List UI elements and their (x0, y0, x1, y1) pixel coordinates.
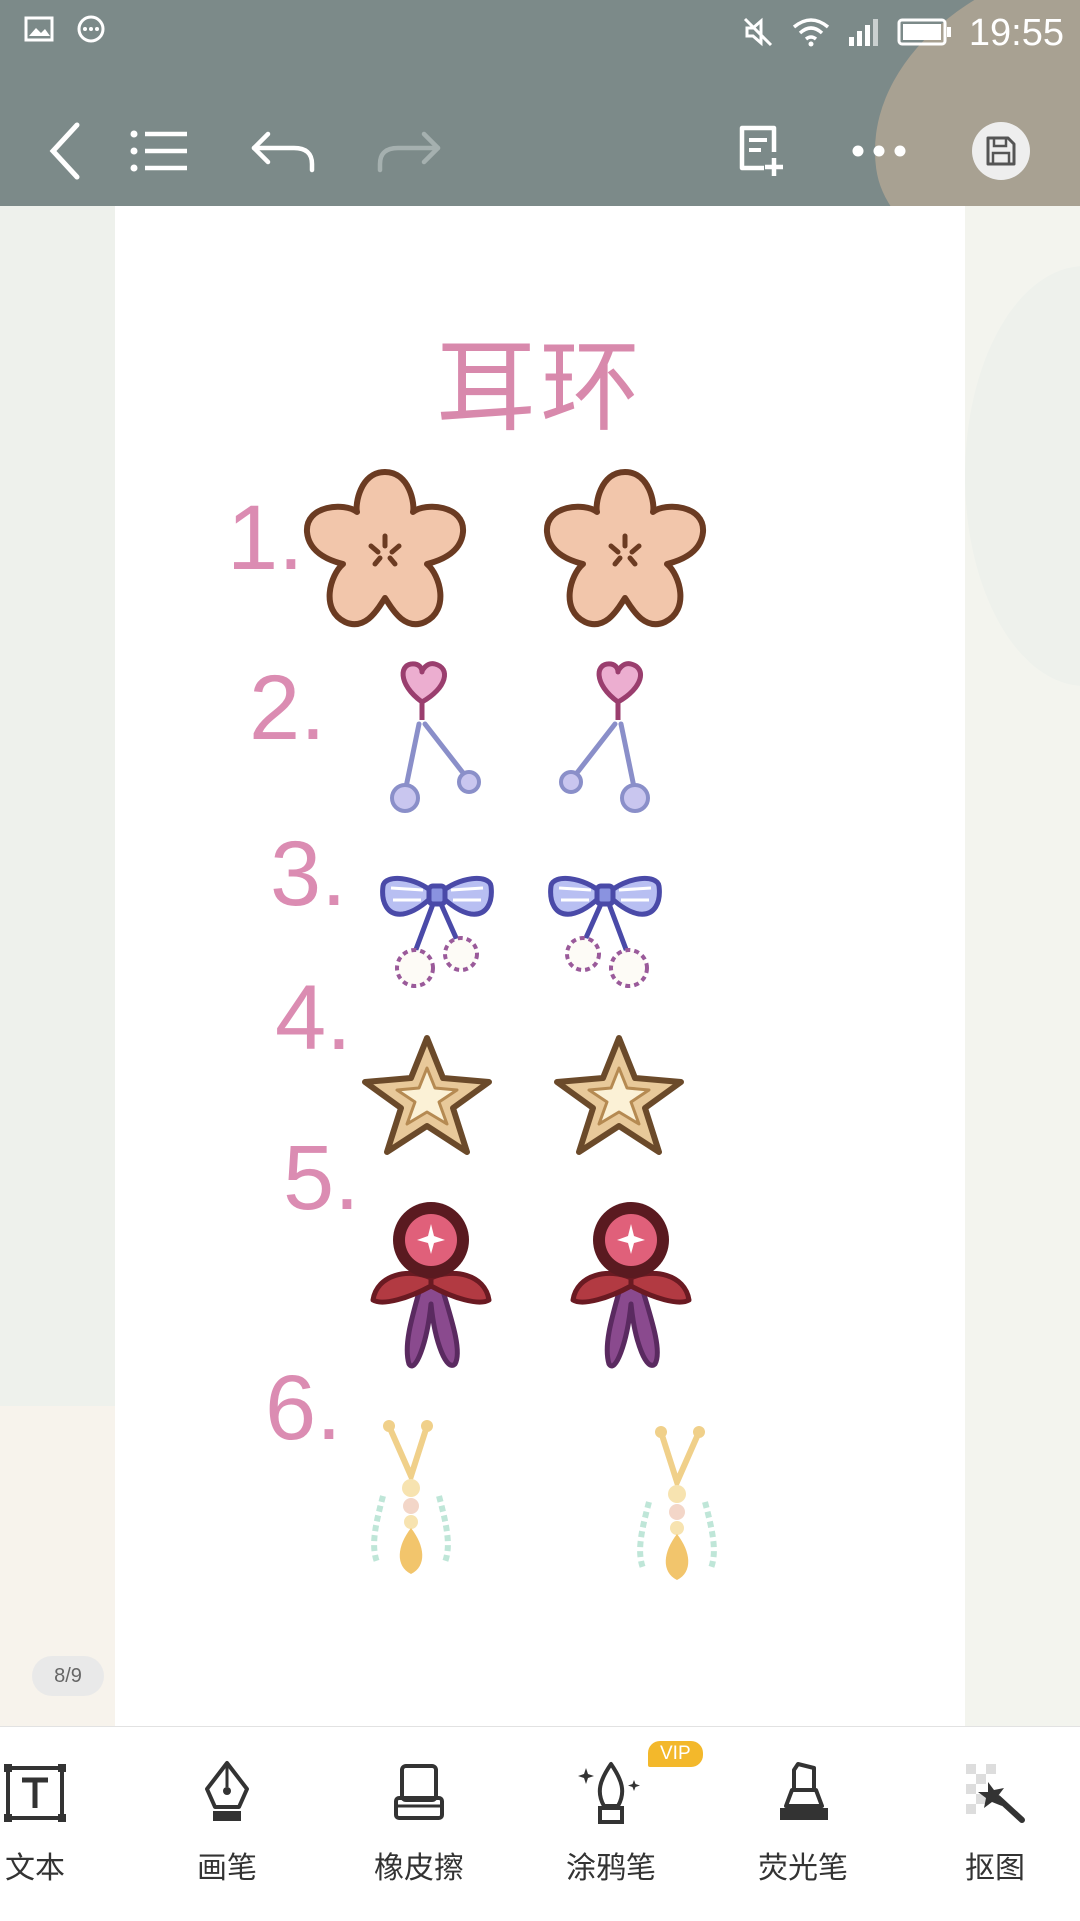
red-gem-ribbon-earring-left (370, 1202, 492, 1369)
doodle-brush-icon (578, 1762, 640, 1824)
bow-pompom-earring-right (548, 875, 662, 988)
cutout-tool[interactable]: 抠图 (920, 1757, 1070, 1907)
gold-tassel-earring-left (371, 1420, 451, 1574)
list-icon (130, 130, 187, 172)
item-number-2: 2. (249, 657, 326, 759)
mute-icon (741, 15, 775, 53)
item-number-6: 6. (265, 1357, 342, 1459)
item-number-4: 4. (275, 967, 352, 1069)
heart-dangle-earring-right (559, 661, 650, 813)
item-number-5: 5. (283, 1127, 360, 1229)
page-title: 耳环 (436, 329, 644, 446)
gold-tassel-earring-right (637, 1426, 717, 1580)
highlighter-icon (780, 1762, 828, 1820)
wifi-icon (791, 16, 831, 52)
eraser-icon (394, 1764, 444, 1820)
flower-earring-right (544, 469, 706, 628)
editor-toolbar (0, 106, 1080, 196)
top-bar: 19:55 (0, 0, 1080, 206)
status-time: 19:55 (968, 12, 1064, 54)
magic-wand-icon (966, 1764, 1025, 1823)
flower-earring-left (304, 469, 466, 628)
brush-tool-label: 画笔 (197, 1851, 257, 1886)
eraser-tool[interactable]: 橡皮擦 (344, 1757, 494, 1907)
canvas-margin-left (0, 206, 115, 1726)
more-button[interactable] (844, 106, 914, 196)
message-icon (76, 14, 106, 48)
back-button[interactable] (30, 106, 100, 196)
text-tool-label: 文本 (5, 1851, 65, 1886)
text-tool[interactable]: 文本 (0, 1757, 110, 1907)
redo-icon (377, 131, 441, 173)
star-earring-right (554, 1035, 684, 1155)
item-number-1: 1. (227, 487, 304, 589)
page-counter: 8/9 (32, 1656, 104, 1696)
undo-icon (251, 131, 315, 173)
battery-icon (897, 17, 953, 51)
redo-button[interactable] (374, 106, 444, 196)
back-icon (49, 122, 80, 180)
highlighter-tool[interactable]: 荧光笔 (728, 1757, 878, 1907)
add-page-button[interactable] (726, 106, 796, 196)
status-bar: 19:55 (0, 0, 1080, 64)
heart-dangle-earring-left (390, 661, 481, 813)
item-number-3: 3. (270, 823, 347, 925)
add-page-icon (739, 125, 783, 176)
doodle-tool-label: 涂鸦笔 (566, 1851, 656, 1886)
save-button[interactable] (966, 106, 1036, 196)
eraser-tool-label: 橡皮擦 (374, 1851, 464, 1886)
doodle-tool[interactable]: 涂鸦笔 (536, 1757, 686, 1907)
save-icon (986, 136, 1016, 166)
brush-tool[interactable]: 画笔 (152, 1757, 302, 1907)
more-icon (852, 145, 906, 157)
fountain-pen-icon (205, 1761, 249, 1821)
outline-list-button[interactable] (124, 106, 194, 196)
bow-pompom-earring-left (380, 875, 494, 988)
highlighter-tool-label: 荧光笔 (758, 1851, 848, 1886)
vip-badge: VIP (648, 1741, 703, 1767)
signal-icon (847, 17, 881, 51)
text-box-icon (4, 1764, 66, 1822)
red-gem-ribbon-earring-right (570, 1202, 692, 1369)
bottom-toolbar: 文本 画笔 橡皮擦 涂鸦笔 VIP 荧光笔 抠图 (0, 1726, 1080, 1921)
star-earring-left (362, 1035, 492, 1155)
undo-button[interactable] (248, 106, 318, 196)
note-page[interactable]: 耳环 1. 2. 3. 4. 5. 6. (115, 206, 965, 1726)
image-icon (24, 16, 54, 46)
cutout-tool-label: 抠图 (965, 1851, 1025, 1886)
canvas-margin-right (965, 206, 1080, 1726)
